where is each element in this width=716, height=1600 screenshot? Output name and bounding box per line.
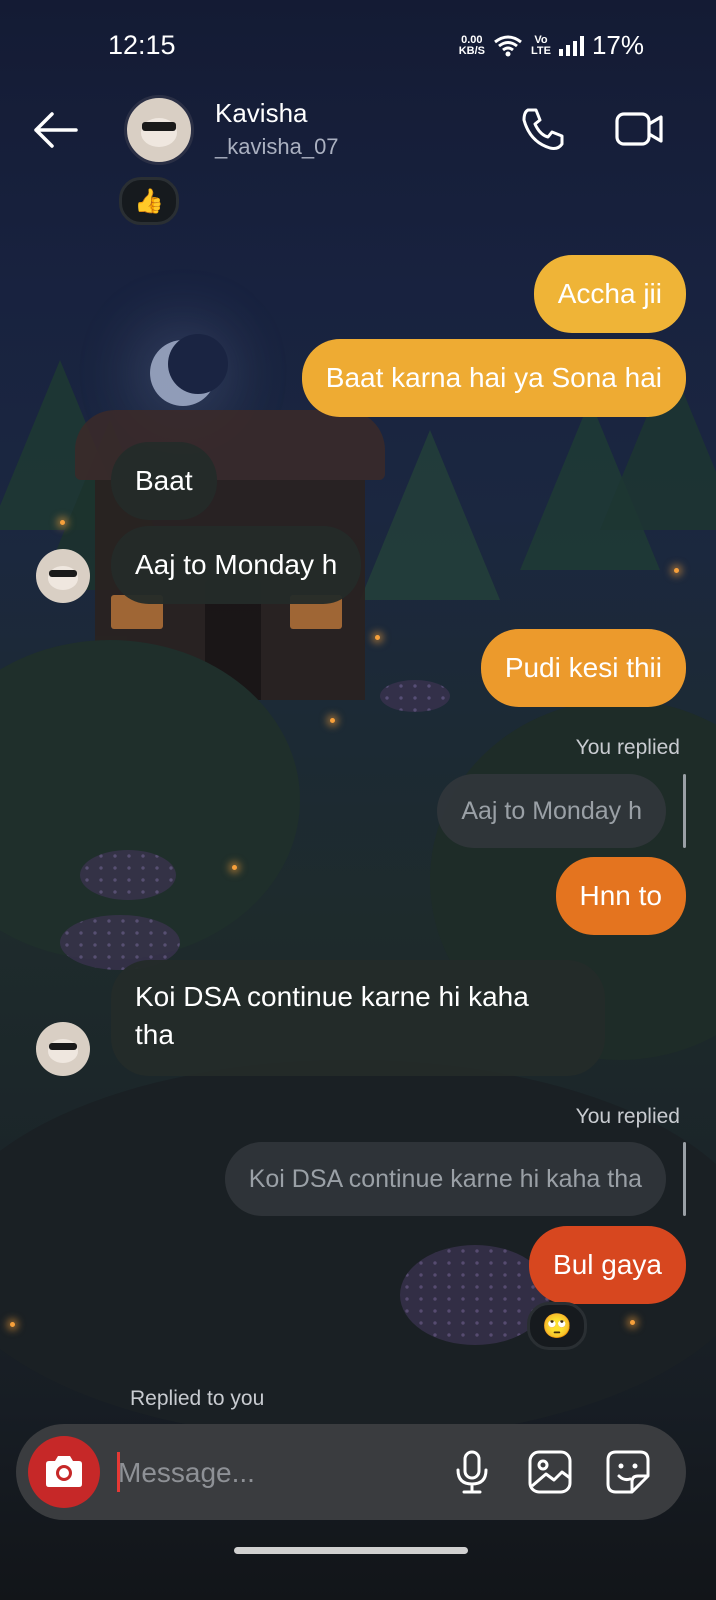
reply-label: You replied [575,736,680,759]
message-bubble-sent[interactable]: Hnn to [555,857,686,935]
quoted-text: Koi DSA continue karne hi kaha tha [248,1165,642,1193]
battery-percent: 17% [591,30,644,60]
message-composer [16,1424,686,1520]
wifi-icon [494,35,522,56]
tree-decoration [360,430,500,600]
message-bubble-received[interactable]: Aaj to Monday h [111,526,362,604]
firefly-decoration [375,635,380,640]
sender-avatar[interactable] [36,549,90,603]
status-bar: 12:15 0.00 KB/S Vo LTE 17% [0,0,716,90]
volte-bottom: LTE [530,44,551,57]
reply-indicator-line [683,1142,686,1216]
firefly-decoration [232,865,237,870]
message-text-line-1: Koi DSA continue karne hi kaha [135,981,529,1012]
firefly-decoration [330,718,335,723]
firefly-decoration [60,520,65,525]
message-text: Aaj to Monday h [135,549,338,580]
message-bubble-sent[interactable]: Accha jii [533,255,686,333]
camera-icon [46,1456,82,1487]
reply-indicator-line [683,774,686,848]
volte-top: Vo [534,33,548,46]
sticker-icon[interactable] [604,1448,652,1496]
phone-icon[interactable] [518,104,568,154]
home-indicator[interactable] [234,1547,468,1554]
microphone-icon[interactable] [448,1448,496,1496]
message-text: Baat [135,465,193,496]
message-bubble-received[interactable]: Baat [111,442,217,520]
network-speed: 0.00 KB/S [458,33,485,57]
firefly-decoration [630,1320,635,1325]
camera-button[interactable] [28,1436,100,1508]
message-bubble-received[interactable]: Koi DSA continue karne hi kaha tha [111,960,605,1076]
gallery-icon[interactable] [526,1448,574,1496]
firefly-decoration [674,568,679,573]
tree-decoration [520,400,660,570]
message-text: Bul gaya [553,1249,662,1280]
volte-indicator: Vo LTE [530,33,551,57]
reaction-badge[interactable]: 👍 [119,177,179,225]
flowers-decoration [80,850,176,900]
network-speed-value: 0.00 [461,33,483,46]
moon-decoration [150,334,228,406]
back-arrow-icon[interactable] [30,108,82,152]
hill-decoration [0,640,300,960]
status-time: 12:15 [108,30,176,60]
eye-roll-emoji: 🙄 [542,1312,572,1340]
reply-label: You replied [575,1105,680,1128]
chat-header: Kavisha _kavisha_07 [0,90,716,170]
message-bubble-sent[interactable]: Pudi kesi thii [480,629,686,707]
message-bubble-sent[interactable]: Bul gaya [529,1226,686,1304]
video-camera-icon[interactable] [614,104,664,154]
sender-avatar[interactable] [36,1022,90,1076]
reply-label: Replied to you [130,1387,265,1410]
contact-username[interactable]: _kavisha_07 [215,134,339,160]
network-speed-unit: KB/S [458,44,485,57]
message-input[interactable] [116,1446,440,1500]
status-icons: 0.00 KB/S Vo LTE 17% [459,30,644,61]
flowers-decoration [380,680,450,712]
contact-avatar[interactable] [124,95,194,165]
message-text: Hnn to [579,880,663,911]
tree-decoration [0,360,130,530]
firefly-decoration [10,1322,15,1327]
signal-icon [558,35,584,56]
message-text: Baat karna hai ya Sona hai [325,362,662,393]
thumbs-up-emoji: 👍 [134,187,164,215]
contact-name[interactable]: Kavisha [215,98,308,129]
reaction-badge[interactable]: 🙄 [527,1302,587,1350]
message-text-line-2: tha [135,1019,174,1050]
quoted-message[interactable]: Aaj to Monday h [437,774,666,848]
message-text: Accha jii [557,278,662,309]
message-bubble-sent[interactable]: Baat karna hai ya Sona hai [301,339,686,417]
quoted-text: Aaj to Monday h [461,797,642,825]
message-text: Pudi kesi thii [504,652,662,683]
quoted-message[interactable]: Koi DSA continue karne hi kaha tha [224,1142,666,1216]
